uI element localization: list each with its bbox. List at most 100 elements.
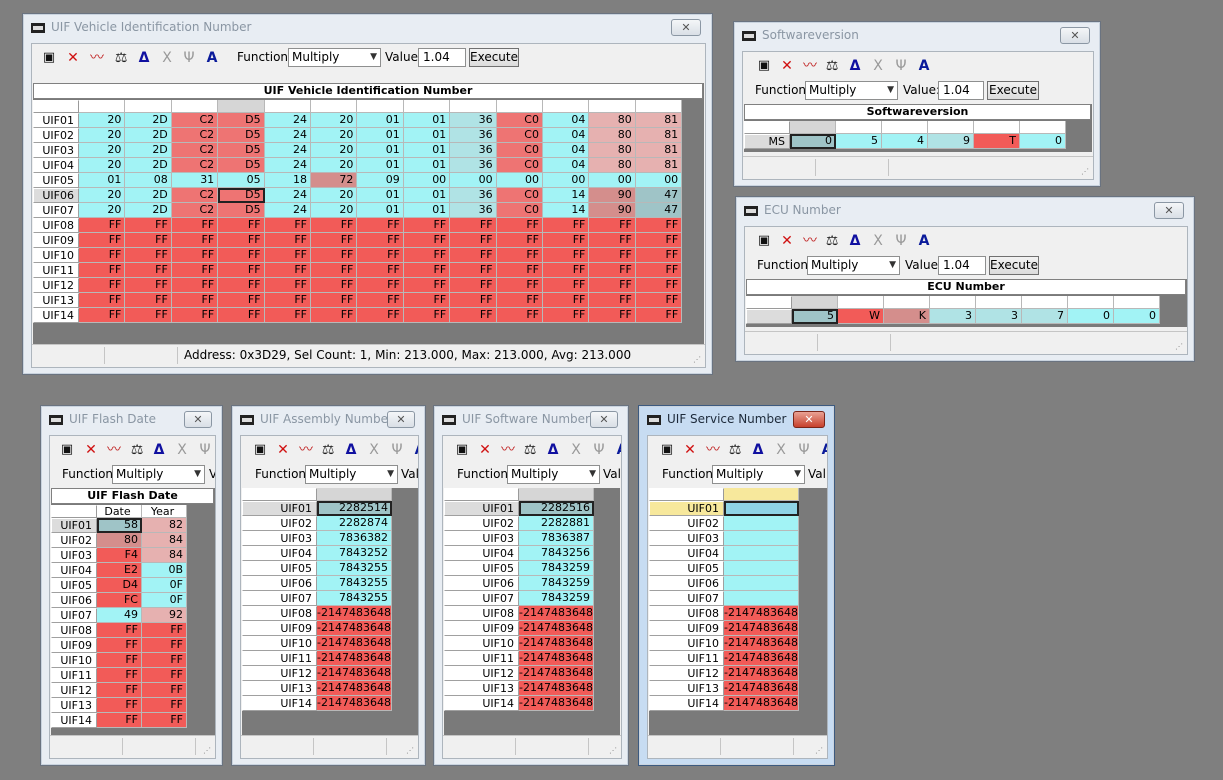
table-cell[interactable]: -2147483648: [724, 636, 799, 651]
save-icon[interactable]: ▣: [40, 49, 58, 67]
table-cell[interactable]: FF: [97, 668, 142, 683]
table-cell[interactable]: 81: [635, 113, 683, 128]
scale-icon[interactable]: ⚖: [112, 49, 130, 67]
row-header[interactable]: UIF14: [649, 696, 724, 711]
row-header[interactable]: UIF02: [33, 128, 79, 143]
delta-icon[interactable]: Δ: [846, 232, 864, 250]
column-header[interactable]: [792, 296, 838, 309]
row-header[interactable]: UIF02: [51, 533, 97, 548]
table-cell[interactable]: 47: [635, 203, 683, 218]
column-header[interactable]: [1020, 121, 1066, 134]
table-cell[interactable]: FF: [357, 263, 404, 278]
x-icon[interactable]: X: [772, 441, 790, 459]
table-cell[interactable]: FF: [142, 668, 187, 683]
table-cell[interactable]: FF: [171, 233, 219, 248]
row-header[interactable]: UIF01: [649, 501, 724, 516]
column-header[interactable]: [79, 100, 126, 113]
table-cell[interactable]: 36: [450, 203, 497, 218]
close-icon[interactable]: ✕: [184, 411, 212, 428]
row-header[interactable]: UIF09: [51, 638, 97, 653]
chart-icon[interactable]: 〰: [297, 441, 315, 459]
fork-icon[interactable]: Ψ: [795, 441, 813, 459]
table-cell[interactable]: FF: [79, 248, 126, 263]
value-input[interactable]: 1.04: [938, 81, 984, 100]
table-cell[interactable]: -2147483648: [519, 666, 594, 681]
table-cell[interactable]: FF: [264, 233, 311, 248]
table-cell[interactable]: -2147483648: [317, 621, 392, 636]
row-header[interactable]: UIF03: [444, 531, 519, 546]
save-icon[interactable]: ▣: [58, 441, 76, 459]
row-header[interactable]: UIF14: [33, 308, 79, 323]
column-header[interactable]: [450, 100, 497, 113]
column-header[interactable]: [125, 100, 172, 113]
delta-icon[interactable]: Δ: [749, 441, 767, 459]
table-cell[interactable]: FF: [311, 308, 358, 323]
row-header[interactable]: UIF09: [649, 621, 724, 636]
row-header[interactable]: UIF11: [444, 651, 519, 666]
table-cell[interactable]: FF: [218, 233, 265, 248]
table-cell[interactable]: FF: [450, 248, 497, 263]
table-cell[interactable]: -2147483648: [519, 606, 594, 621]
table-cell[interactable]: 2D: [125, 113, 172, 128]
table-cell[interactable]: 20: [79, 143, 126, 158]
table-cell[interactable]: 7: [1022, 309, 1068, 324]
table-cell[interactable]: 0: [1114, 309, 1160, 324]
table-cell[interactable]: FF: [171, 248, 219, 263]
row-header[interactable]: UIF11: [649, 651, 724, 666]
font-icon[interactable]: A: [203, 49, 221, 67]
row-header[interactable]: UIF06: [649, 576, 724, 591]
table-cell[interactable]: FF: [403, 308, 451, 323]
table-cell[interactable]: 04: [543, 158, 590, 173]
table-cell[interactable]: FF: [543, 293, 590, 308]
row-header[interactable]: UIF14: [444, 696, 519, 711]
table-cell[interactable]: FF: [589, 278, 636, 293]
table-cell[interactable]: FF: [97, 713, 142, 728]
value-input[interactable]: 1.04: [938, 256, 986, 275]
scale-icon[interactable]: ⚖: [319, 441, 337, 459]
table-cell[interactable]: FF: [79, 233, 126, 248]
table-cell[interactable]: FF: [264, 263, 311, 278]
table-cell[interactable]: FF: [125, 218, 172, 233]
table-cell[interactable]: C0: [496, 188, 543, 203]
table-cell[interactable]: 84: [142, 548, 187, 563]
save-icon[interactable]: ▣: [251, 441, 269, 459]
table-cell[interactable]: 0: [790, 134, 836, 149]
table-cell[interactable]: FF: [450, 308, 497, 323]
column-header-year[interactable]: Year: [142, 505, 187, 518]
row-header[interactable]: UIF11: [51, 668, 97, 683]
table-cell[interactable]: 01: [357, 143, 404, 158]
column-header[interactable]: [1022, 296, 1068, 309]
row-header[interactable]: UIF06: [33, 188, 79, 203]
table-cell[interactable]: 2D: [125, 143, 172, 158]
table-cell[interactable]: 3: [976, 309, 1022, 324]
row-header[interactable]: UIF10: [444, 636, 519, 651]
table-cell[interactable]: -2147483648: [317, 606, 392, 621]
row-header[interactable]: UIF08: [649, 606, 724, 621]
row-header[interactable]: UIF12: [51, 683, 97, 698]
table-cell[interactable]: FF: [97, 683, 142, 698]
table-cell[interactable]: FF: [218, 278, 265, 293]
row-header[interactable]: UIF12: [242, 666, 317, 681]
table-cell[interactable]: FF: [171, 278, 219, 293]
row-header[interactable]: UIF04: [51, 563, 97, 578]
row-header[interactable]: UIF01: [33, 113, 79, 128]
table-cell[interactable]: FF: [125, 248, 172, 263]
close-icon[interactable]: ✕: [671, 19, 701, 36]
table-cell[interactable]: 82: [142, 518, 187, 533]
table-cell[interactable]: F4: [97, 548, 142, 563]
table-cell[interactable]: 2D: [125, 188, 172, 203]
table-cell[interactable]: FF: [125, 293, 172, 308]
ecu-number-titlebar[interactable]: ECU Number ✕: [736, 197, 1194, 225]
table-cell[interactable]: FF: [97, 698, 142, 713]
row-header[interactable]: UIF01: [242, 501, 317, 516]
table-cell[interactable]: 3: [930, 309, 976, 324]
table-cell[interactable]: -2147483648: [519, 621, 594, 636]
row-header[interactable]: UIF02: [649, 516, 724, 531]
row-header[interactable]: UIF01: [444, 501, 519, 516]
row-header[interactable]: UIF07: [33, 203, 79, 218]
table-cell[interactable]: -2147483648: [519, 636, 594, 651]
table-cell[interactable]: C2: [171, 203, 219, 218]
table-cell[interactable]: FF: [142, 623, 187, 638]
table-cell[interactable]: FF: [543, 248, 590, 263]
table-cell[interactable]: -2147483648: [317, 666, 392, 681]
